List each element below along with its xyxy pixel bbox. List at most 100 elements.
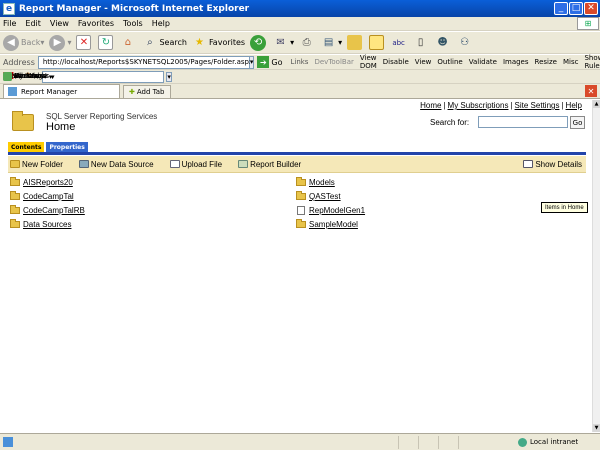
show-details-button[interactable]: Show Details — [521, 160, 582, 169]
menu-help[interactable]: Help — [152, 19, 170, 28]
search-button[interactable]: ⌕ Search — [142, 35, 187, 50]
messenger-button[interactable]: ☻ — [435, 35, 452, 50]
menu-file[interactable]: File — [3, 19, 16, 28]
folder-button[interactable] — [347, 35, 364, 50]
messenger-people-icon: ☻ — [437, 37, 448, 48]
finance-link[interactable]: Finance ▾ — [3, 72, 44, 81]
view-link[interactable]: View — [415, 58, 432, 66]
folder-link-codecamptalrb[interactable]: CodeCampTalRB — [23, 206, 85, 215]
close-tab-button[interactable]: ✕ — [585, 85, 597, 97]
devtoolbar-link[interactable]: DevToolBar — [314, 58, 353, 66]
folder-link-data-sources[interactable]: Data Sources — [23, 220, 71, 229]
mail-button[interactable]: ✉ ▾ — [273, 35, 294, 50]
search-input[interactable] — [478, 116, 568, 128]
intranet-icon — [518, 437, 527, 447]
discuss-icon: ⚇ — [460, 37, 470, 48]
forward-button[interactable]: ▶ ▾ — [49, 34, 71, 51]
images-link[interactable]: Images — [503, 58, 529, 66]
tab-report-manager[interactable]: Report Manager — [3, 84, 120, 98]
folder-link-aisreports20[interactable]: AISReports20 — [23, 178, 73, 187]
list-item: Models — [296, 177, 335, 187]
list-item: CodeCampTal — [10, 191, 74, 201]
home-button[interactable]: ⌂ — [120, 35, 137, 50]
report-builder-button[interactable]: Report Builder — [236, 160, 301, 169]
show-ruler-link[interactable]: Show Ruler — [584, 54, 600, 70]
help-link[interactable]: Help — [566, 101, 582, 110]
misc-link[interactable]: Misc — [563, 58, 578, 66]
note-button[interactable] — [369, 35, 386, 50]
outline-link[interactable]: Outline — [437, 58, 462, 66]
scroll-down-icon[interactable]: ▼ — [593, 424, 600, 432]
status-segment — [419, 435, 439, 449]
note-icon — [369, 35, 385, 50]
new-data-source-button[interactable]: New Data Source — [77, 160, 154, 169]
spell-button[interactable]: abc — [391, 35, 408, 50]
back-button[interactable]: ◀ Back ▾ — [3, 34, 44, 51]
address-input[interactable]: http://localhost/Reports$SKYNETSQL2005/P… — [37, 55, 253, 69]
list-item: CodeCampTalRB — [10, 205, 85, 215]
view-dom-link[interactable]: View DOM — [360, 54, 377, 70]
folder-icon — [10, 205, 20, 214]
my-subscriptions-link[interactable]: My Subscriptions — [448, 101, 509, 110]
yahoo-search-input[interactable] — [42, 70, 165, 83]
close-window-button[interactable]: ✕ — [584, 2, 598, 15]
go-arrow-icon: ➔ — [257, 56, 270, 68]
spellcheck-icon: abc — [392, 38, 405, 47]
research-button[interactable]: ▯ — [413, 35, 430, 50]
go-button[interactable]: ➔ Go — [257, 56, 282, 68]
product-subtitle: SQL Server Reporting Services — [46, 112, 158, 121]
menu-edit[interactable]: Edit — [25, 19, 41, 28]
favorites-button[interactable]: ★ Favorites — [192, 35, 245, 50]
folder-icon — [10, 177, 20, 186]
standard-toolbar: ◀ Back ▾ ▶ ▾ ✕ ↻ ⌂ ⌕ Search ★ Favorites … — [0, 32, 600, 54]
plus-icon: ✚ — [129, 88, 135, 96]
search-go-button[interactable]: Go — [570, 116, 585, 129]
menu-tools[interactable]: Tools — [123, 19, 143, 28]
home-link[interactable]: Home — [420, 101, 441, 110]
site-settings-link[interactable]: Site Settings — [515, 101, 560, 110]
folder-link-samplemodel[interactable]: SampleModel — [309, 220, 358, 229]
new-folder-button[interactable]: New Folder — [8, 160, 63, 169]
edit-button[interactable]: ▤ ▾ — [321, 35, 342, 50]
links-label[interactable]: Links — [290, 58, 308, 66]
add-tab-button[interactable]: ✚ Add Tab — [123, 85, 171, 98]
upload-file-button[interactable]: Upload File — [168, 160, 222, 169]
home-icon: ⌂ — [124, 37, 132, 48]
menu-favorites[interactable]: Favorites — [78, 19, 114, 28]
folder-link-qastest[interactable]: QASTest — [309, 192, 341, 201]
history-icon: ⟲ — [250, 34, 267, 51]
print-button[interactable]: ⎙ — [299, 35, 316, 50]
forward-arrow-icon: ▶ — [49, 34, 66, 51]
menu-view[interactable]: View — [50, 19, 69, 28]
page-title: Home — [46, 121, 76, 133]
maximize-button[interactable]: □ — [569, 2, 583, 15]
top-links: Home | My Subscriptions | Site Settings | Help — [420, 101, 582, 110]
tab-page-icon — [8, 87, 17, 96]
folder-icon — [296, 219, 306, 228]
stop-button[interactable]: ✕ — [76, 35, 93, 50]
folder-link-models[interactable]: Models — [309, 178, 335, 187]
refresh-icon: ↻ — [98, 35, 114, 50]
address-dropdown[interactable]: ▾ — [249, 55, 255, 69]
folder-link-codecamptal[interactable]: CodeCampTal — [23, 192, 74, 201]
vertical-scrollbar[interactable]: ▲ ▼ — [592, 100, 600, 432]
folder-icon — [296, 177, 306, 186]
window-titlebar: e Report Manager - Microsoft Internet Ex… — [0, 0, 600, 17]
model-link-repmodelgen1[interactable]: RepModelGen1 — [309, 206, 365, 215]
tab-properties[interactable]: Properties — [46, 142, 88, 152]
discuss-button[interactable]: ⚇ — [457, 35, 474, 50]
validate-link[interactable]: Validate — [469, 58, 497, 66]
finance-icon — [3, 72, 12, 81]
minimize-button[interactable]: _ — [554, 2, 568, 15]
search-label: Search for: — [430, 118, 470, 127]
page-content: Home | My Subscriptions | Site Settings | Help… — [0, 100, 592, 432]
yahoo-search-dropdown[interactable]: ▾ — [166, 71, 172, 82]
scroll-up-icon[interactable]: ▲ — [593, 100, 600, 108]
refresh-button[interactable]: ↻ — [98, 35, 115, 50]
folder-icon — [10, 219, 20, 228]
address-label: Address — [3, 57, 35, 67]
tab-contents[interactable]: Contents — [8, 142, 45, 152]
history-button[interactable]: ⟲ — [250, 34, 268, 51]
resize-link[interactable]: Resize — [535, 58, 557, 66]
disable-link[interactable]: Disable — [383, 58, 409, 66]
